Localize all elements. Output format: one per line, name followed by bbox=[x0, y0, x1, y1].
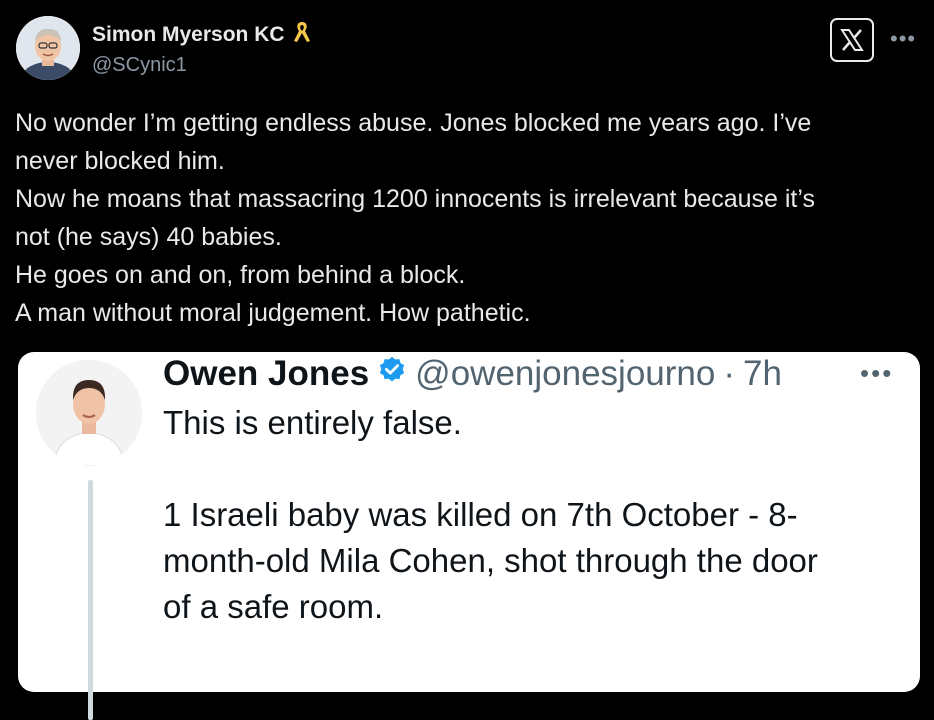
quoted-tweet-line: month-old Mila Cohen, shot through the d… bbox=[163, 542, 818, 579]
quoted-tweet-time[interactable]: 7h bbox=[743, 352, 782, 396]
more-options-icon[interactable]: ••• bbox=[890, 26, 916, 52]
tweet-line: not (he says) 40 babies. bbox=[15, 223, 282, 251]
tweet-line: never blocked him. bbox=[15, 147, 225, 175]
quoted-author-name[interactable]: Owen Jones bbox=[163, 352, 369, 396]
quoted-author-handle[interactable]: @owenjonesjourno bbox=[415, 352, 715, 396]
tweet-line: Now he moans that massacring 1200 innoce… bbox=[15, 185, 815, 213]
quoted-tweet-line: 1 Israeli baby was killed on 7th October… bbox=[163, 496, 798, 533]
quoted-tweet-line: of a safe room. bbox=[163, 588, 384, 625]
tweet-line: He goes on and on, from behind a block. bbox=[15, 261, 466, 289]
person-photo-icon bbox=[16, 16, 80, 80]
yellow-ribbon-icon bbox=[293, 20, 311, 50]
verified-badge-icon bbox=[377, 352, 407, 396]
separator-dot: · bbox=[723, 354, 735, 393]
person-photo-icon bbox=[36, 360, 142, 466]
author-handle[interactable]: @SCynic1 bbox=[92, 54, 187, 77]
author-name-text: Simon Myerson KC bbox=[92, 23, 285, 46]
author-avatar[interactable] bbox=[16, 16, 80, 80]
quoted-tweet-line bbox=[163, 446, 903, 492]
tweet-line: A man without moral judgement. How pathe… bbox=[15, 299, 531, 327]
tweet-text: No wonder I’m getting endless abuse. Jon… bbox=[15, 104, 920, 332]
quoted-tweet-text: This is entirely false. 1 Israeli baby w… bbox=[163, 400, 903, 630]
quoted-tweet-line: This is entirely false. bbox=[163, 404, 462, 441]
thread-line bbox=[88, 480, 93, 720]
quoted-tweet-card[interactable]: Owen Jones @owenjonesjourno · 7h ••• Thi… bbox=[18, 352, 920, 720]
quoted-more-options-icon[interactable]: ••• bbox=[860, 358, 893, 389]
tweet-line: No wonder I’m getting endless abuse. Jon… bbox=[15, 109, 812, 137]
author-name[interactable]: Simon Myerson KC bbox=[92, 20, 311, 50]
quoted-author-avatar[interactable] bbox=[36, 360, 142, 466]
x-logo-icon[interactable] bbox=[830, 18, 874, 62]
quoted-tweet-header: Owen Jones @owenjonesjourno · 7h bbox=[163, 352, 782, 396]
